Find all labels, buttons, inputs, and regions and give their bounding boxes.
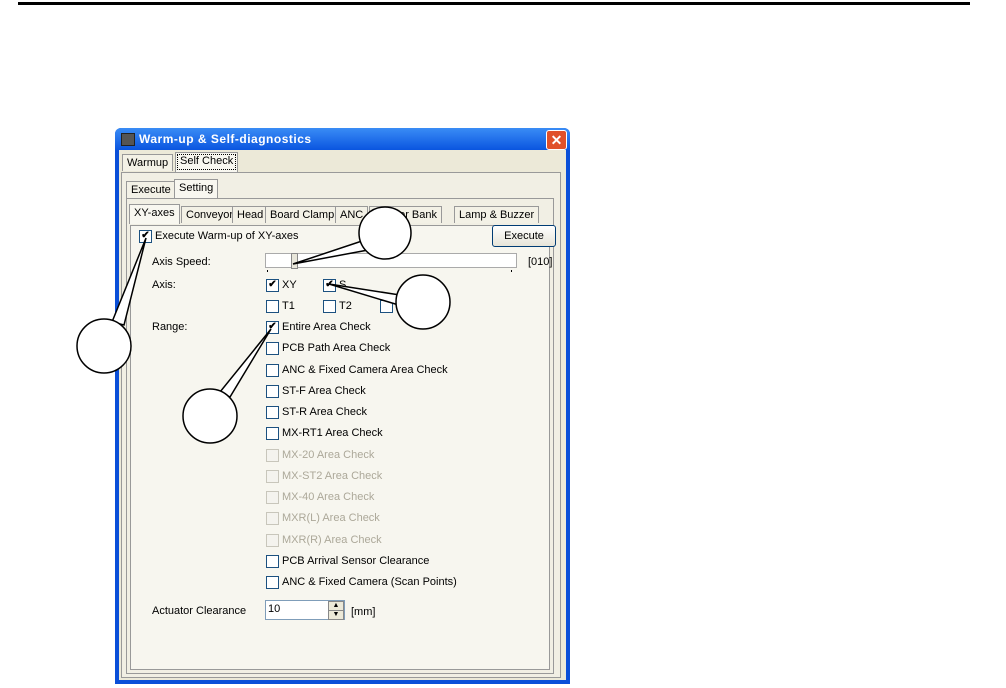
- callout-pointer: [110, 237, 147, 326]
- callout-pointer: [218, 328, 272, 398]
- callout-pointer: [328, 283, 403, 308]
- callout-overlay: [76, 206, 451, 444]
- callout-bubble: [182, 388, 238, 444]
- callout-pointer: [292, 239, 369, 265]
- callout-bubble: [358, 206, 412, 260]
- callout-bubble: [76, 318, 132, 374]
- callout-bubble: [395, 274, 451, 330]
